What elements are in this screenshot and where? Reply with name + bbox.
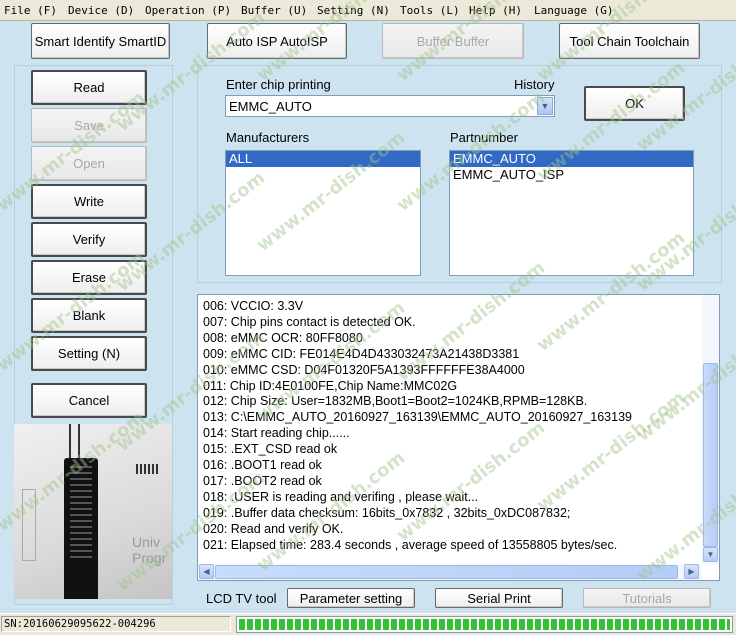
- smart-identify-button[interactable]: Smart Identify SmartID: [31, 23, 170, 59]
- history-label: History: [514, 77, 555, 92]
- log-line: 021: Elapsed time: 283.4 seconds , avera…: [203, 537, 618, 552]
- list-item[interactable]: ALL: [226, 151, 420, 167]
- partnumber-label: Partnumber: [450, 130, 518, 145]
- log-line: 012: Chip Size: User=1832MB,Boot1=Boot2=…: [203, 394, 588, 409]
- ok-button[interactable]: OK: [584, 86, 685, 121]
- manufacturers-label: Manufacturers: [226, 130, 310, 145]
- log-output[interactable]: 006: VCCIO: 3.3V 007: Chip pins contact i…: [197, 294, 720, 581]
- scroll-down-icon[interactable]: ▼: [703, 547, 718, 562]
- tool-chain-button[interactable]: Tool Chain Toolchain: [559, 23, 700, 59]
- log-line: 018: .USER is reading and verifing , ple…: [203, 489, 479, 504]
- menu-file[interactable]: File (F): [4, 4, 57, 17]
- menu-buffer[interactable]: Buffer (U): [241, 4, 307, 17]
- menu-operation[interactable]: Operation (P): [145, 4, 231, 17]
- device-photo-text: Univ Progr: [132, 534, 167, 566]
- verify-button[interactable]: Verify: [31, 222, 147, 257]
- menu-bar: File (F) Device (D) Operation (P) Buffer…: [0, 0, 736, 21]
- log-horizontal-scrollbar[interactable]: ◀ ▶: [198, 564, 702, 580]
- lcd-tv-tool-label: LCD TV tool: [206, 591, 277, 606]
- status-bar: SN:20160629095622-004296: [0, 613, 736, 635]
- log-line: 016: .BOOT1 read ok: [203, 458, 322, 472]
- partnumber-list[interactable]: EMMC_AUTO EMMC_AUTO_ISP: [449, 150, 694, 276]
- parameter-setting-button[interactable]: Parameter setting: [287, 588, 415, 608]
- menu-help[interactable]: Help (H): [469, 4, 522, 17]
- scroll-left-icon[interactable]: ◀: [199, 564, 214, 579]
- menu-setting[interactable]: Setting (N): [317, 4, 390, 17]
- log-line: 014: Start reading chip......: [203, 426, 350, 441]
- chip-printing-combo[interactable]: EMMC_AUTO ▼: [225, 95, 555, 117]
- menu-tools[interactable]: Tools (L): [400, 4, 460, 17]
- log-line: 019: .Buffer data checksum: 16bits_0x783…: [203, 505, 571, 520]
- enter-chip-label: Enter chip printing: [226, 77, 331, 92]
- cancel-button[interactable]: Cancel: [31, 383, 147, 418]
- log-line: 011: Chip ID:4E0100FE,Chip Name:MMC02G: [203, 378, 458, 393]
- serial-number: SN:20160629095622-004296: [1, 616, 231, 632]
- progress-fill: [239, 619, 730, 630]
- log-line: 009: eMMC CID: FE014E4D4D433032473A21438…: [203, 346, 520, 361]
- chip-printing-value: EMMC_AUTO: [229, 99, 312, 114]
- open-button[interactable]: Open: [31, 146, 147, 181]
- manufacturers-list[interactable]: ALL: [225, 150, 421, 276]
- list-item[interactable]: EMMC_AUTO_ISP: [450, 167, 693, 183]
- log-line: 006: VCCIO: 3.3V: [203, 299, 304, 313]
- log-line: 007: Chip pins contact is detected OK.: [203, 314, 416, 329]
- menu-language[interactable]: Language (G): [534, 4, 613, 17]
- list-item[interactable]: EMMC_AUTO: [450, 151, 693, 167]
- log-vertical-scrollbar[interactable]: ▼: [702, 295, 719, 564]
- chevron-down-icon[interactable]: ▼: [537, 97, 553, 115]
- scroll-thumb[interactable]: [215, 565, 678, 579]
- menu-device[interactable]: Device (D): [68, 4, 134, 17]
- serial-print-button[interactable]: Serial Print: [435, 588, 563, 608]
- tutorials-button[interactable]: Tutorials: [583, 588, 711, 608]
- erase-button[interactable]: Erase: [31, 260, 147, 295]
- log-line: 017: .BOOT2 read ok: [203, 473, 322, 488]
- progress-bar: [236, 616, 733, 633]
- log-line: 020: Read and verify OK.: [203, 521, 344, 536]
- auto-isp-button[interactable]: Auto ISP AutoISP: [207, 23, 347, 59]
- log-line: 008: eMMC OCR: 80FF8080: [203, 330, 363, 345]
- write-button[interactable]: Write: [31, 184, 147, 219]
- buffer-button[interactable]: Buffer Buffer: [382, 23, 524, 59]
- save-button[interactable]: Save: [31, 108, 147, 143]
- main-window: Smart Identify SmartID Auto ISP AutoISP …: [0, 0, 736, 613]
- log-line: 015: .EXT_CSD read ok: [203, 442, 338, 457]
- scroll-right-icon[interactable]: ▶: [684, 564, 699, 579]
- setting-button[interactable]: Setting (N): [31, 336, 147, 371]
- read-button[interactable]: Read: [31, 70, 147, 105]
- log-line: 013: C:\EMMC_AUTO_20160927_163139\EMMC_A…: [203, 410, 632, 425]
- scroll-thumb[interactable]: [703, 363, 718, 547]
- device-photo: Univ Progr: [14, 424, 172, 599]
- blank-button[interactable]: Blank: [31, 298, 147, 333]
- log-line: 010: eMMC CSD: D04F01320F5A1393FFFFFFE38…: [203, 362, 525, 377]
